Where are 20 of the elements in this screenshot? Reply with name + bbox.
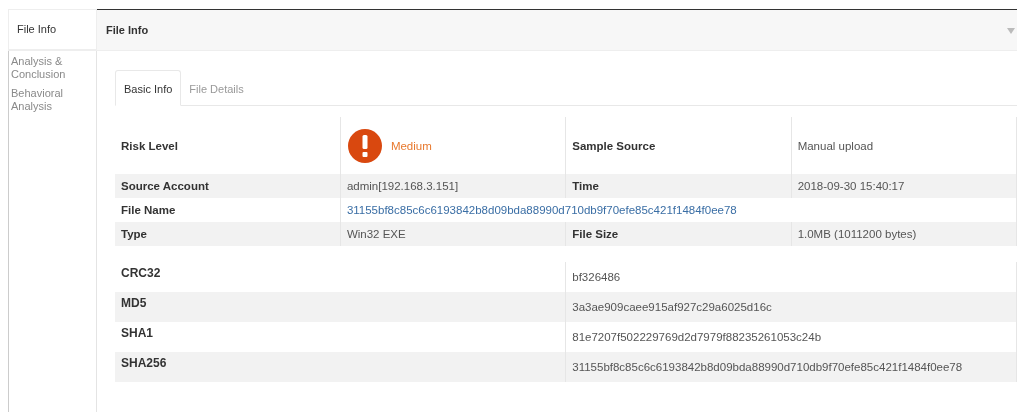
field-label: Type	[115, 222, 341, 246]
panel-title: File Info	[106, 24, 149, 36]
field-value: 2018-09-30 15:40:17	[791, 174, 1017, 198]
sidebar-item[interactable]: Analysis & Conclusion	[9, 52, 96, 84]
field-value: 1.0MB (1011200 bytes)	[791, 222, 1017, 246]
hash-label: SHA256	[115, 352, 566, 382]
field-label: File Size	[565, 222, 792, 246]
hash-label: MD5	[115, 292, 566, 322]
risk-level: Medium	[390, 139, 432, 152]
field-label: Source Account	[115, 174, 341, 198]
warning-icon	[346, 127, 383, 164]
field-value: admin[192.168.3.151]	[340, 174, 566, 198]
tab[interactable]: Basic Info	[115, 70, 182, 106]
field-label: Time	[565, 174, 792, 198]
field-value: Win32 EXE	[340, 222, 566, 246]
hash-value: 3a3ae909caee915af927c29a6025d16c	[565, 292, 1017, 322]
hash-value: 31155bf8c85c6c6193842b8d09bda88990d710db9f70efe85c421f1484f0ee78	[565, 352, 1017, 382]
caret-icon[interactable]	[1007, 28, 1015, 34]
tab[interactable]: File Details	[181, 71, 252, 105]
sidebar-item[interactable]: Behavioral Analysis	[9, 84, 96, 116]
